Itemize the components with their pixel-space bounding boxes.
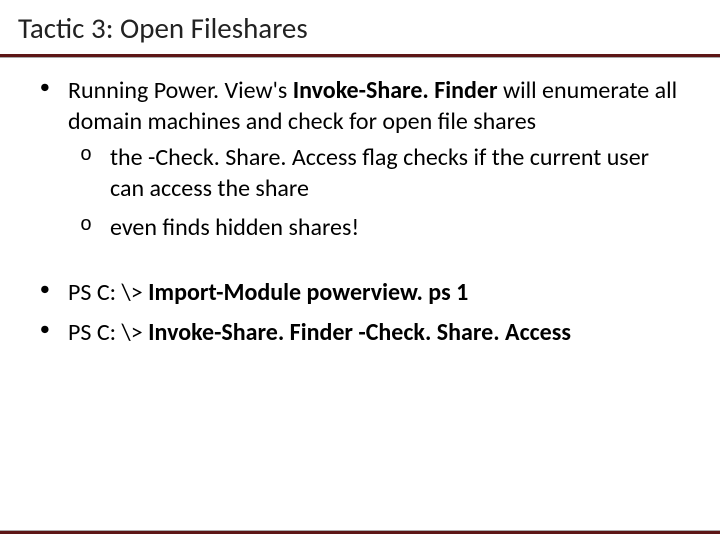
slide-title: Tactic 3: Open Fileshares	[0, 0, 720, 54]
title-divider	[0, 54, 720, 58]
bold: Import-Module powerview. ps 1	[148, 278, 468, 307]
bold: Invoke-Share. Finder	[293, 76, 498, 105]
sub-list: the -Check. Share. Access flag checks if…	[68, 143, 680, 243]
text: PS C: \>	[68, 318, 148, 347]
text: PS C: \>	[68, 278, 148, 307]
bold: Invoke-Share. Finder -Check. Share. Acce…	[148, 318, 571, 347]
bullet-list-2: PS C: \> Import-Module powerview. ps 1 P…	[40, 278, 680, 349]
sub-2: even finds hidden shares!	[68, 213, 680, 244]
slide-content: Running Power. View's Invoke-Share. Find…	[0, 60, 720, 349]
bullet-list: Running Power. View's Invoke-Share. Find…	[40, 76, 680, 244]
bullet-2: PS C: \> Import-Module powerview. ps 1	[40, 278, 680, 309]
text: Running Power. View's	[68, 76, 293, 105]
footer-divider	[0, 530, 720, 534]
sub-1: the -Check. Share. Access flag checks if…	[68, 143, 680, 204]
bullet-3: PS C: \> Invoke-Share. Finder -Check. Sh…	[40, 318, 680, 349]
bullet-1: Running Power. View's Invoke-Share. Find…	[40, 76, 680, 244]
